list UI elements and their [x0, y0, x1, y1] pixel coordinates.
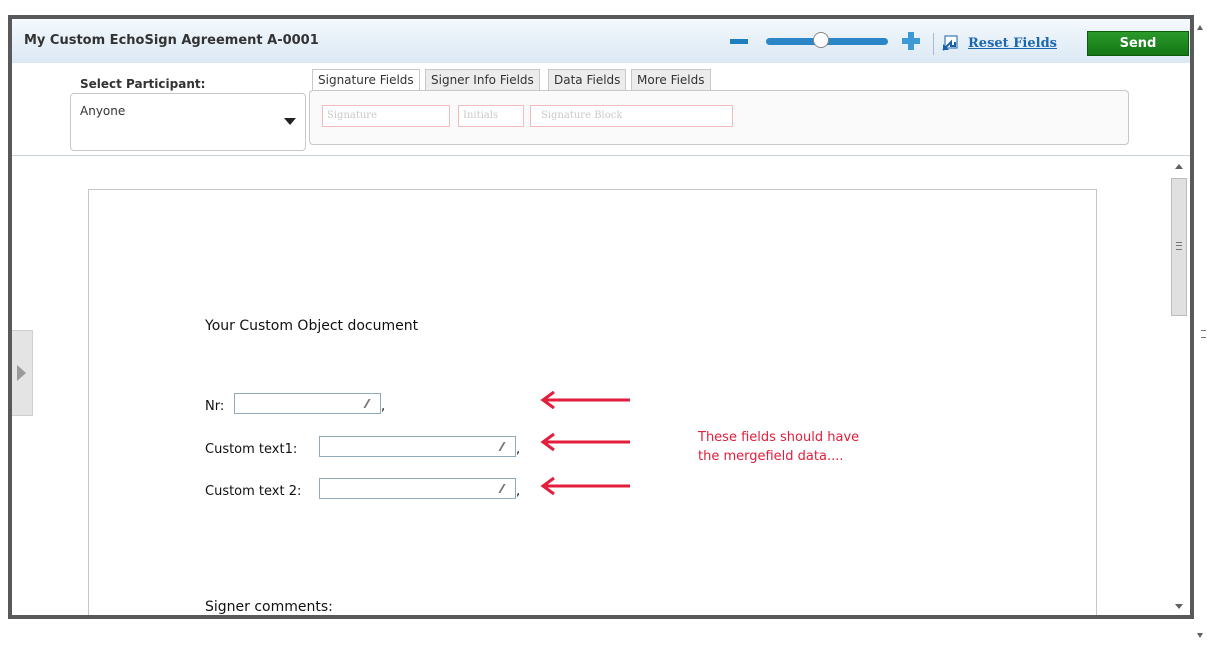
- title-bar: My Custom EchoSign Agreement A-0001 Rese…: [12, 19, 1190, 64]
- grip-lines-icon: [1201, 330, 1206, 338]
- initials-field-chip[interactable]: Initials: [458, 105, 524, 127]
- zoom-slider-knob[interactable]: [812, 32, 829, 48]
- signature-block-field-chip[interactable]: Signature Block: [530, 105, 733, 127]
- tab-data-fields[interactable]: Data Fields: [548, 69, 627, 90]
- signature-field-chip[interactable]: Signature: [322, 105, 450, 127]
- collapse-panel-icon: [17, 365, 26, 381]
- resize-grip-icon: [498, 484, 512, 493]
- annotation-note: These fields should have the mergefield …: [698, 428, 859, 466]
- zoom-minus-icon[interactable]: [730, 39, 748, 44]
- document-scrollbar[interactable]: [1170, 156, 1188, 615]
- scroll-down-icon[interactable]: [1175, 604, 1183, 609]
- toolbar-divider: [933, 33, 934, 55]
- annotation-line-1: These fields should have: [698, 430, 860, 445]
- field-label-nr: Nr:: [205, 399, 225, 414]
- grip-lines-icon: [1176, 242, 1182, 250]
- agreement-title: My Custom EchoSign Agreement A-0001: [24, 33, 319, 48]
- nr-input[interactable]: [234, 393, 381, 414]
- zoom-control: [730, 32, 920, 51]
- field-label-custom-text1: Custom text1:: [205, 442, 298, 457]
- send-button[interactable]: Send: [1087, 31, 1189, 56]
- document-viewport: Your Custom Object document Nr: , Custom…: [12, 156, 1190, 615]
- reset-fields-label: Reset Fields: [968, 36, 1057, 51]
- document-title: Your Custom Object document: [205, 318, 419, 334]
- scroll-down-icon[interactable]: [1197, 633, 1203, 638]
- red-arrow-icon: [540, 432, 630, 452]
- scroll-up-icon[interactable]: [1175, 164, 1183, 169]
- signer-comments-label: Signer comments:: [205, 599, 333, 615]
- annotation-line-2: the mergefield data....: [698, 449, 844, 464]
- dropdown-arrow-icon: [284, 118, 296, 125]
- custom-text2-input[interactable]: [319, 478, 516, 499]
- tab-signer-info-fields[interactable]: Signer Info Fields: [425, 69, 540, 90]
- red-arrow-icon: [540, 390, 630, 410]
- resize-grip-icon: [498, 442, 512, 451]
- tab-signature-fields[interactable]: Signature Fields: [312, 69, 420, 92]
- page-scrollbar[interactable]: [1194, 15, 1207, 645]
- collapse-panel-button[interactable]: [12, 330, 33, 416]
- tab-panel: Signature Initials Signature Block: [309, 90, 1129, 145]
- custom-text1-input[interactable]: [319, 436, 516, 457]
- select-participant-label: Select Participant:: [80, 77, 206, 91]
- agreement-editor-window: My Custom EchoSign Agreement A-0001 Rese…: [8, 15, 1194, 619]
- top-margin: [0, 0, 1207, 15]
- tab-more-fields[interactable]: More Fields: [631, 69, 711, 90]
- red-arrow-icon: [540, 476, 630, 496]
- document-page: Your Custom Object document Nr: , Custom…: [88, 189, 1097, 615]
- resize-grip-icon: [363, 399, 377, 408]
- participant-select[interactable]: Anyone: [70, 93, 306, 151]
- comma: ,: [381, 399, 386, 414]
- field-toolbar: Select Participant: Anyone Signature Fie…: [12, 63, 1190, 156]
- comma: ,: [516, 484, 521, 499]
- field-label-custom-text2: Custom text 2:: [205, 484, 302, 499]
- scroll-up-icon[interactable]: [1197, 25, 1203, 30]
- reset-fields-icon: [942, 35, 958, 51]
- comma: ,: [516, 442, 521, 457]
- scrollbar-thumb[interactable]: [1171, 178, 1187, 316]
- participant-select-value: Anyone: [80, 104, 126, 118]
- zoom-plus-icon[interactable]: [902, 32, 920, 50]
